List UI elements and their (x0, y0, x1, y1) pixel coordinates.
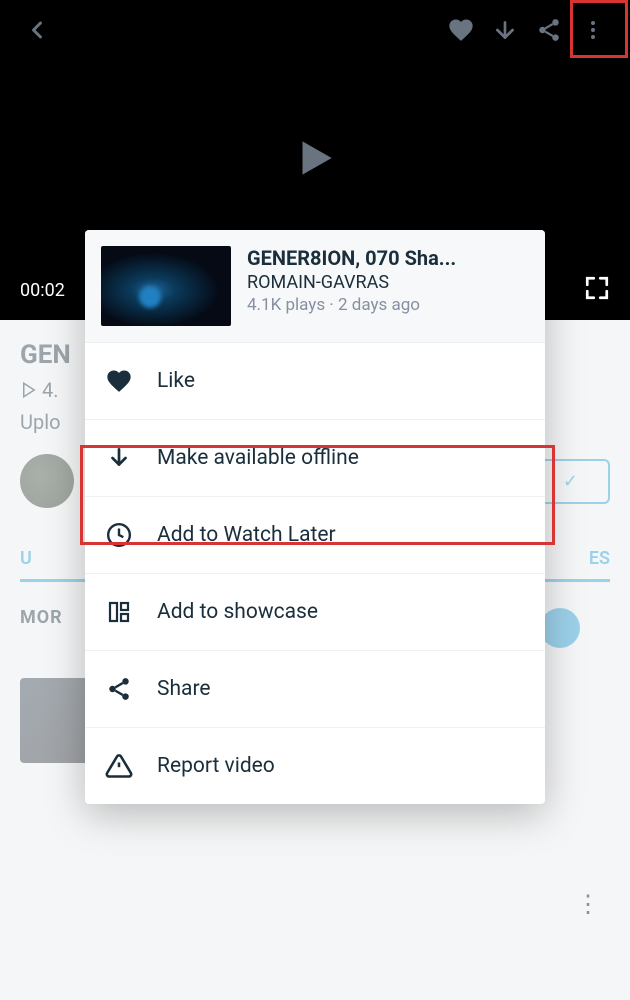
heart-icon (105, 367, 133, 395)
play-button[interactable] (290, 133, 340, 187)
grid-icon (105, 598, 133, 626)
avatar[interactable] (20, 454, 74, 508)
tab-left[interactable]: U (20, 538, 32, 579)
sheet-thumbnail (101, 246, 231, 326)
current-time: 00:02 (20, 280, 65, 301)
section-title: MOR (20, 607, 63, 628)
share-button[interactable] (527, 8, 571, 52)
item-more-icon[interactable]: ⋮ (576, 890, 600, 918)
more-button[interactable] (571, 8, 615, 52)
back-button[interactable] (15, 8, 59, 52)
player-top-bar (0, 0, 630, 60)
menu-report[interactable]: Report video (85, 727, 545, 804)
menu-share[interactable]: Share (85, 650, 545, 727)
download-icon (105, 444, 133, 472)
fullscreen-button[interactable] (584, 275, 610, 305)
menu-later-label: Add to Watch Later (157, 523, 336, 547)
action-sheet: GENER8ION, 070 Sha... ROMAIN-GAVRAS 4.1K… (85, 230, 545, 804)
tab-right[interactable]: ES (589, 538, 610, 579)
share-icon (105, 675, 133, 703)
menu-share-label: Share (157, 677, 211, 701)
warning-icon (105, 752, 133, 780)
sheet-header: GENER8ION, 070 Sha... ROMAIN-GAVRAS 4.1K… (85, 230, 545, 342)
menu-like-label: Like (157, 369, 195, 393)
menu-showcase-label: Add to showcase (157, 600, 318, 624)
sheet-info: GENER8ION, 070 Sha... ROMAIN-GAVRAS 4.1K… (247, 246, 529, 326)
like-button[interactable] (439, 8, 483, 52)
sheet-title: GENER8ION, 070 Sha... (247, 246, 529, 270)
sheet-meta: 4.1K plays · 2 days ago (247, 295, 529, 315)
menu-like[interactable]: Like (85, 342, 545, 419)
menu-showcase[interactable]: Add to showcase (85, 573, 545, 650)
sheet-author: ROMAIN-GAVRAS (247, 272, 529, 293)
download-button[interactable] (483, 8, 527, 52)
menu-offline-label: Make available offline (157, 446, 359, 470)
menu-watch-later[interactable]: Add to Watch Later (85, 496, 545, 573)
clock-icon (105, 521, 133, 549)
menu-report-label: Report video (157, 754, 275, 778)
menu-offline[interactable]: Make available offline (85, 419, 545, 496)
